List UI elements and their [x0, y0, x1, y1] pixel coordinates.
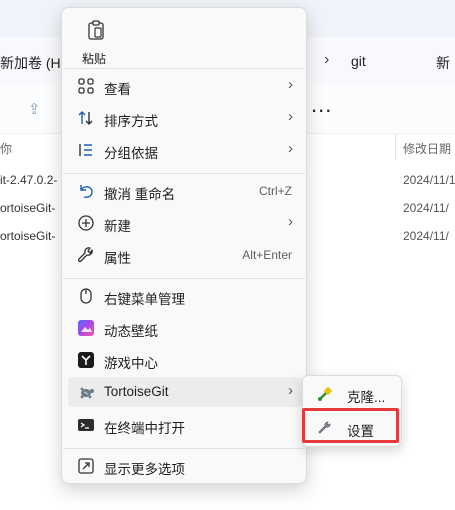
sort-icon [78, 111, 93, 125]
chevron-right-icon: › [288, 382, 293, 399]
game-center-icon [78, 352, 94, 368]
submenu-item-label: 克隆... [347, 390, 386, 405]
column-header-date[interactable]: 修改日期 [403, 140, 451, 157]
menu-item-label: 显示更多选项 [104, 462, 185, 477]
menu-item-sort[interactable]: 排序方式 › [68, 103, 302, 133]
menu-item-label: 排序方式 [104, 114, 158, 129]
more-options-icon [78, 458, 94, 474]
chevron-right-icon: › [288, 108, 293, 125]
shortcut-label: Alt+Enter [242, 248, 292, 262]
menu-item-game-center[interactable]: 游戏中心 [68, 345, 302, 375]
file-row-name[interactable]: ortoiseGit- [0, 229, 55, 243]
group-icon [79, 144, 92, 156]
file-row-date: 2024/11/1 [403, 173, 455, 187]
tortoisegit-icon [80, 387, 94, 399]
file-row-date: 2024/11/ [403, 229, 449, 243]
menu-item-show-more-options[interactable]: 显示更多选项 [68, 451, 302, 481]
paste-label: 粘贴 [82, 52, 107, 66]
address-folder-segment[interactable]: git [351, 53, 366, 69]
menu-item-label: TortoiseGit [104, 384, 169, 399]
address-drive-segment[interactable]: 新加卷 (H: [0, 53, 65, 73]
menu-item-label: 在终端中打开 [104, 421, 185, 436]
menu-item-label: 动态壁纸 [104, 324, 158, 339]
new-icon [78, 215, 94, 231]
clone-icon [318, 387, 332, 401]
mouse-icon [80, 288, 92, 304]
menu-item-context-menu-manager[interactable]: 右键菜单管理 [68, 281, 302, 311]
chevron-right-icon: › [288, 76, 293, 93]
menu-item-view[interactable]: 查看 › [68, 71, 302, 101]
more-options-button[interactable]: ... [311, 94, 332, 116]
address-new-button[interactable]: 新 [436, 53, 450, 73]
menu-separator [63, 278, 305, 279]
menu-item-tortoisegit[interactable]: TortoiseGit › [68, 377, 302, 407]
menu-item-properties[interactable]: 属性 Alt+Enter [68, 240, 302, 270]
submenu-item-clone[interactable]: 克隆... [307, 380, 397, 408]
undo-icon [80, 185, 93, 198]
menu-item-open-in-terminal[interactable]: 在终端中打开 [68, 410, 302, 440]
chevron-right-icon: › [288, 140, 293, 157]
menu-item-label: 查看 [104, 82, 131, 97]
menu-item-live-wallpaper[interactable]: 动态壁纸 [68, 313, 302, 343]
menu-separator [63, 448, 305, 449]
menu-separator [63, 68, 305, 69]
wallpaper-icon [78, 320, 94, 336]
grid-icon [78, 78, 94, 94]
column-header-name[interactable]: 你 [0, 140, 12, 157]
file-row-date: 2024/11/ [403, 201, 449, 215]
menu-separator [63, 173, 305, 174]
menu-item-label: 游戏中心 [104, 356, 158, 371]
menu-item-new[interactable]: 新建 › [68, 208, 302, 238]
menu-item-undo-rename[interactable]: 撤消 重命名 Ctrl+Z [68, 176, 302, 206]
paste-icon [88, 20, 104, 40]
chevron-right-icon: › [288, 213, 293, 230]
settings-highlight-box [302, 408, 399, 443]
share-icon[interactable]: ⇪ [28, 100, 41, 118]
terminal-icon [78, 419, 94, 431]
column-divider[interactable] [395, 134, 396, 160]
paste-button[interactable]: 粘贴 [74, 14, 118, 66]
menu-item-group-by[interactable]: 分组依据 › [68, 135, 302, 165]
file-row-name[interactable]: ortoiseGit- [0, 201, 55, 215]
menu-item-label: 属性 [104, 251, 131, 266]
shortcut-label: Ctrl+Z [259, 184, 292, 198]
context-menu: 粘贴 查看 › 排序方式 › 分组依据 › 撤消 重命名 Ctrl+Z 新建 ›… [61, 7, 307, 484]
menu-item-label: 撤消 重命名 [104, 187, 176, 202]
wrench-icon [77, 247, 93, 263]
address-chevron-icon[interactable]: › [324, 51, 329, 69]
file-row-name[interactable]: it-2.47.0.2- [0, 173, 57, 187]
menu-item-label: 新建 [104, 219, 131, 234]
menu-item-label: 分组依据 [104, 146, 158, 161]
menu-item-label: 右键菜单管理 [104, 292, 185, 307]
